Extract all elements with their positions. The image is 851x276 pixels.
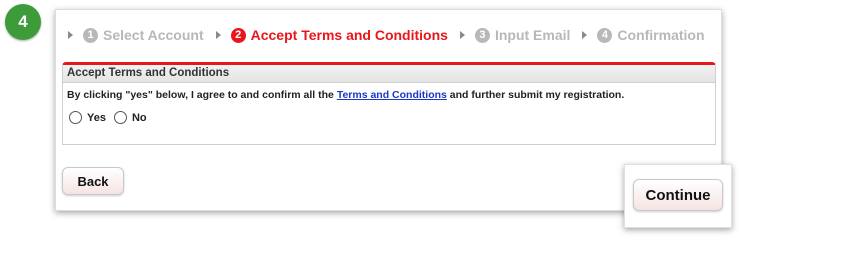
terms-text-before: By clicking "yes" below, I agree to and … [67, 89, 337, 101]
no-radio[interactable]: No [113, 111, 147, 124]
no-label: No [131, 111, 147, 124]
step-number: 3 [474, 27, 490, 43]
radio-circle-icon[interactable] [69, 111, 82, 124]
agree-radio-group: Yes No [63, 101, 715, 124]
radio-circle-icon[interactable] [113, 111, 127, 124]
chevron-right-icon [68, 31, 73, 39]
tutorial-step-badge: 4 [5, 4, 41, 40]
step-label: Select Account [103, 27, 204, 43]
continue-button[interactable]: Continue [633, 179, 723, 211]
yes-label: Yes [87, 111, 106, 124]
wizard-progress: 1 Select Account 2 Accept Terms and Cond… [66, 26, 711, 44]
terms-link[interactable]: Terms and Conditions [337, 89, 447, 101]
wizard-step-input-email: 3 Input Email [474, 27, 571, 43]
step-number: 1 [83, 27, 98, 43]
section-title: Accept Terms and Conditions [63, 65, 715, 83]
step-label: Accept Terms and Conditions [250, 27, 448, 43]
terms-text-after: and further submit my registration. [446, 89, 625, 101]
terms-statement: By clicking "yes" below, I agree to and … [63, 83, 715, 101]
wizard-step-confirmation: 4 Confirmation [597, 27, 705, 43]
yes-radio[interactable]: Yes [69, 111, 106, 124]
step-label: Input Email [494, 27, 571, 43]
wizard-step-select-account: 1 Select Account [83, 27, 204, 43]
chevron-right-icon [215, 31, 221, 39]
back-button[interactable]: Back [62, 167, 124, 195]
terms-section: Accept Terms and Conditions By clicking … [62, 62, 716, 145]
chevron-right-icon [582, 31, 588, 39]
step-label: Confirmation [617, 27, 705, 43]
step-number: 4 [597, 27, 613, 43]
registration-panel: 1 Select Account 2 Accept Terms and Cond… [55, 9, 722, 211]
chevron-right-icon [459, 31, 465, 39]
step-number: 2 [230, 27, 246, 43]
continue-callout: Continue [624, 164, 732, 228]
wizard-step-accept-terms: 2 Accept Terms and Conditions [230, 27, 448, 43]
